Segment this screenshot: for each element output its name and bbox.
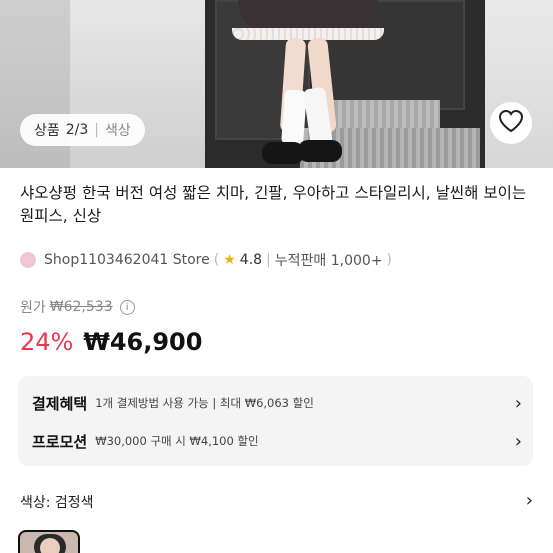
heart-icon [498,109,524,137]
image-skirt-lace [232,28,384,40]
pager-divider: | [94,122,100,138]
pager-label: 상품 [34,123,60,139]
info-icon[interactable]: i [119,299,135,315]
product-title: 샤오샹펑 한국 버전 여성 짧은 치마, 긴팔, 우아하고 스타일리시, 날씬해… [20,184,527,225]
color-option-thumbnail[interactable] [18,530,80,553]
image-sock [281,89,307,146]
store-name[interactable]: Shop1103462041 Store [44,252,210,268]
color-option-label: 색상: 검정색 [20,495,94,511]
image-wall-right [485,0,553,168]
image-shoe [298,140,342,162]
color-option-row[interactable]: 색상: 검정색 › [20,490,533,514]
payment-benefit-desc: 1개 결제방법 사용 가능 | 최대 ₩6,063 할인 [95,396,314,410]
original-price: ₩62,533 [49,299,113,315]
sale-price: ₩46,900 [83,328,203,356]
store-rating: 4.8 [239,252,263,268]
store-divider: | [266,252,271,268]
chevron-right-icon: › [525,490,533,511]
store-divider: ( [213,252,220,268]
original-price-row: 원가 ₩62,533 i [20,297,135,317]
product-image[interactable]: 상품 2/3 | 색상 [0,0,553,168]
benefits-box: 결제혜택 1개 결제방법 사용 가능 | 최대 ₩6,063 할인 › 프로모션… [18,376,533,466]
store-avatar [20,252,36,268]
thumbnail-face [40,538,60,553]
store-sales: 누적판매 1,000+ [274,253,383,269]
chevron-right-icon: › [514,393,522,414]
promotion-label: 프로모션 [32,432,88,451]
promotion-desc: ₩30,000 구매 시 ₩4,100 할인 [95,434,259,448]
pager-color-label: 색상 [105,123,131,139]
payment-benefit-row[interactable]: 결제혜택 1개 결제방법 사용 가능 | 최대 ₩6,063 할인 › [32,388,522,418]
store-divider: ) [386,252,393,268]
wishlist-button[interactable] [490,102,532,144]
chevron-right-icon: › [514,431,522,452]
image-pager-tag[interactable]: 상품 2/3 | 색상 [20,114,145,146]
original-price-label: 원가 [20,300,46,316]
pager-counter: 2/3 [65,122,89,138]
promotion-row[interactable]: 프로모션 ₩30,000 구매 시 ₩4,100 할인 › [32,426,522,456]
price-row: 24% ₩46,900 [20,328,202,356]
payment-benefit-label: 결제혜택 [32,394,88,413]
store-info[interactable]: Shop1103462041 Store ( ★ 4.8 | 누적판매 1,00… [20,250,392,270]
star-icon: ★ [223,252,236,268]
discount-rate: 24% [20,328,74,356]
